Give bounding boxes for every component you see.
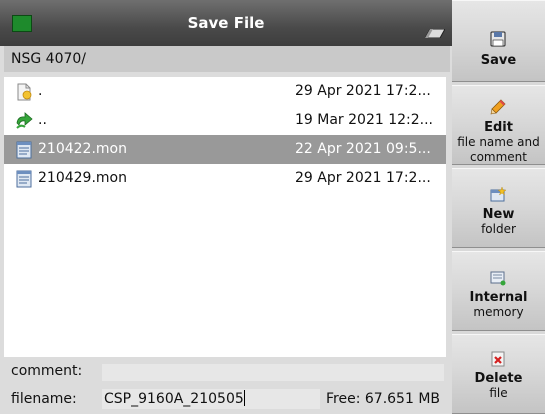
file-date: 19 Mar 2021 12:2... (295, 112, 433, 128)
file-date: 22 Apr 2021 09:5... (295, 141, 431, 157)
save-label: Save (480, 53, 517, 68)
document-icon (16, 141, 32, 159)
softkey-panel: Save Edit file name and comment New fold… (452, 0, 545, 414)
title-bar: Save File (0, 0, 452, 46)
folder-up-icon (16, 112, 33, 129)
file-date: 29 Apr 2021 17:2... (295, 170, 431, 186)
file-row[interactable]: .. 19 Mar 2021 12:2... (4, 106, 446, 135)
folder-current-icon (17, 83, 32, 101)
file-name: .. (38, 112, 47, 128)
eraser-icon[interactable] (425, 29, 445, 38)
memory-drive-icon (490, 271, 506, 286)
save-file-screen: Save File NSG 4070/ . 29 Apr 2021 17:2..… (0, 0, 545, 414)
file-name: 210429.mon (38, 170, 127, 186)
file-row[interactable]: . 29 Apr 2021 17:2... (4, 77, 446, 106)
internal-label: Internal (469, 290, 528, 305)
document-icon (16, 170, 32, 188)
dialog-title: Save File (187, 14, 265, 32)
save-button[interactable]: Save (452, 0, 545, 82)
comment-label: comment: (11, 363, 83, 379)
new-sublabel: folder (481, 222, 516, 236)
new-label: New (482, 207, 515, 222)
comment-input[interactable] (102, 364, 444, 381)
filename-input[interactable]: CSP_9160A_210505 (102, 389, 320, 409)
text-caret (243, 390, 245, 406)
save-file-dialog: Save File NSG 4070/ . 29 Apr 2021 17:2..… (0, 0, 452, 414)
filename-label: filename: (11, 391, 77, 407)
delete-button[interactable]: Delete file (452, 334, 545, 414)
file-row-selected[interactable]: 210422.mon 22 Apr 2021 09:5... (4, 135, 446, 164)
internal-sublabel: memory (473, 305, 524, 319)
delete-sublabel: file (489, 386, 508, 400)
file-details: comment: filename: CSP_9160A_210505 Free… (0, 362, 452, 414)
file-name: 210422.mon (38, 141, 127, 157)
file-row[interactable]: 210429.mon 29 Apr 2021 17:2... (4, 164, 446, 193)
current-path: NSG 4070/ (4, 46, 450, 72)
delete-file-icon (491, 351, 505, 367)
filename-value: CSP_9160A_210505 (104, 391, 244, 407)
floppy-disk-icon (490, 31, 506, 47)
file-list[interactable]: . 29 Apr 2021 17:2... .. 19 Mar 2021 12:… (4, 77, 446, 357)
edit-button[interactable]: Edit file name and comment (452, 85, 545, 165)
internal-memory-button[interactable]: Internal memory (452, 251, 545, 331)
pencil-icon (490, 99, 506, 115)
edit-sublabel: file name and comment (457, 135, 540, 164)
file-date: 29 Apr 2021 17:2... (295, 83, 431, 99)
edit-label: Edit (484, 120, 513, 135)
new-folder-icon (490, 187, 506, 202)
free-space: Free: 67.651 MB (326, 391, 440, 407)
new-folder-button[interactable]: New folder (452, 168, 545, 248)
delete-label: Delete (474, 371, 523, 386)
file-name: . (38, 83, 43, 99)
